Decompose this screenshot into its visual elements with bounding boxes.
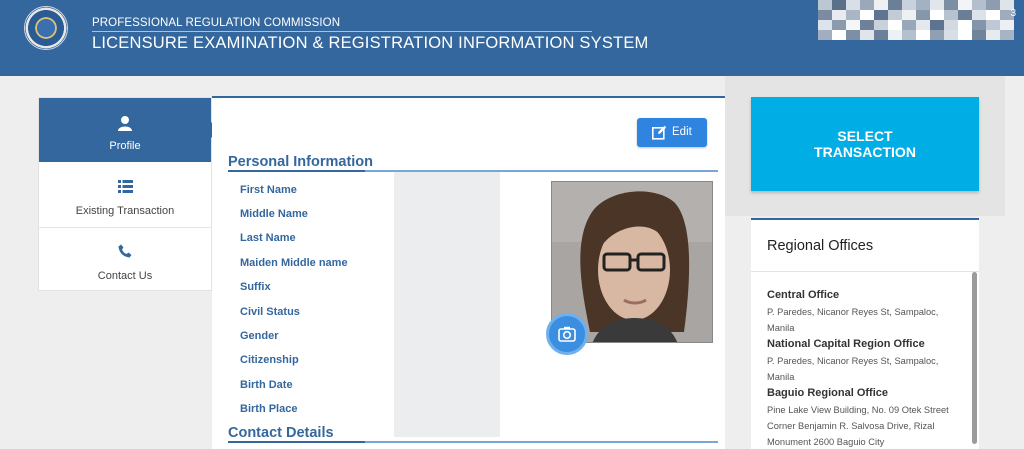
office-name: Baguio Regional Office xyxy=(767,387,889,399)
list-icon xyxy=(118,180,133,193)
header-subtitle: PROFESSIONAL REGULATION COMMISSION xyxy=(92,17,341,29)
personal-info-heading: Personal Information xyxy=(228,154,374,170)
user-id-suffix: 3 xyxy=(1010,8,1016,19)
edit-button-label: Edit xyxy=(672,126,692,138)
phone-icon xyxy=(118,244,132,258)
prc-logo xyxy=(24,6,68,50)
office-address: Pine Lake View Building, No. 09 Otek Str… xyxy=(767,405,949,447)
regional-offices-scrollbar[interactable] xyxy=(972,272,977,444)
nav-label-existing-transaction: Existing Transaction xyxy=(75,205,175,217)
regional-offices-heading: Regional Offices xyxy=(767,238,874,254)
field-label-maiden-middle-name: Maiden Middle name xyxy=(240,257,348,269)
user-account-area[interactable]: 3 xyxy=(818,0,1024,40)
field-label-civil-status: Civil Status xyxy=(240,306,300,318)
sidebar-nav: Profile Existing Transaction Contact Us xyxy=(38,97,219,292)
field-label-suffix: Suffix xyxy=(240,281,271,293)
regional-offices-divider xyxy=(751,271,979,272)
contact-details-heading: Contact Details xyxy=(228,425,334,441)
camera-icon xyxy=(558,326,576,342)
top-header: PROFESSIONAL REGULATION COMMISSION LICEN… xyxy=(0,0,1024,76)
regional-offices-card: Regional Offices Central Office P. Pared… xyxy=(751,218,979,449)
contact-details-underline xyxy=(228,441,365,443)
edit-icon xyxy=(652,125,667,140)
field-label-last-name: Last Name xyxy=(240,232,296,244)
personal-info-underline xyxy=(228,170,365,172)
field-label-middle-name: Middle Name xyxy=(240,208,308,220)
header-divider xyxy=(92,31,592,32)
profile-values-column xyxy=(394,172,500,437)
field-label-birth-place: Birth Place xyxy=(240,403,298,415)
office-name: National Capital Region Office xyxy=(767,338,925,350)
office-address: P. Paredes, Nicanor Reyes St, Sampaloc, … xyxy=(767,307,939,333)
profile-card: Edit Personal Information First Name Mid… xyxy=(212,96,725,449)
select-transaction-line2: TRANSACTION xyxy=(814,144,916,160)
nav-item-profile[interactable]: Profile xyxy=(39,98,219,162)
change-photo-button[interactable] xyxy=(546,313,588,355)
field-label-first-name: First Name xyxy=(240,184,297,196)
field-label-birth-date: Birth Date xyxy=(240,379,293,391)
nav-label-profile: Profile xyxy=(109,140,141,152)
nav-item-existing-transaction[interactable]: Existing Transaction xyxy=(39,163,211,227)
select-transaction-button[interactable]: SELECT TRANSACTION xyxy=(751,97,979,191)
nav-label-contact-us: Contact Us xyxy=(97,270,153,282)
select-transaction-line1: SELECT xyxy=(837,128,893,144)
nav-item-contact-us[interactable]: Contact Us xyxy=(39,228,211,292)
field-label-gender: Gender xyxy=(240,330,279,342)
office-name: Central Office xyxy=(767,289,840,301)
header-title: LICENSURE EXAMINATION & REGISTRATION INF… xyxy=(92,34,649,52)
office-address: P. Paredes, Nicanor Reyes St, Sampaloc, … xyxy=(767,356,939,382)
field-label-citizenship: Citizenship xyxy=(240,354,299,366)
edit-button[interactable]: Edit xyxy=(637,118,707,147)
user-icon xyxy=(118,116,132,131)
